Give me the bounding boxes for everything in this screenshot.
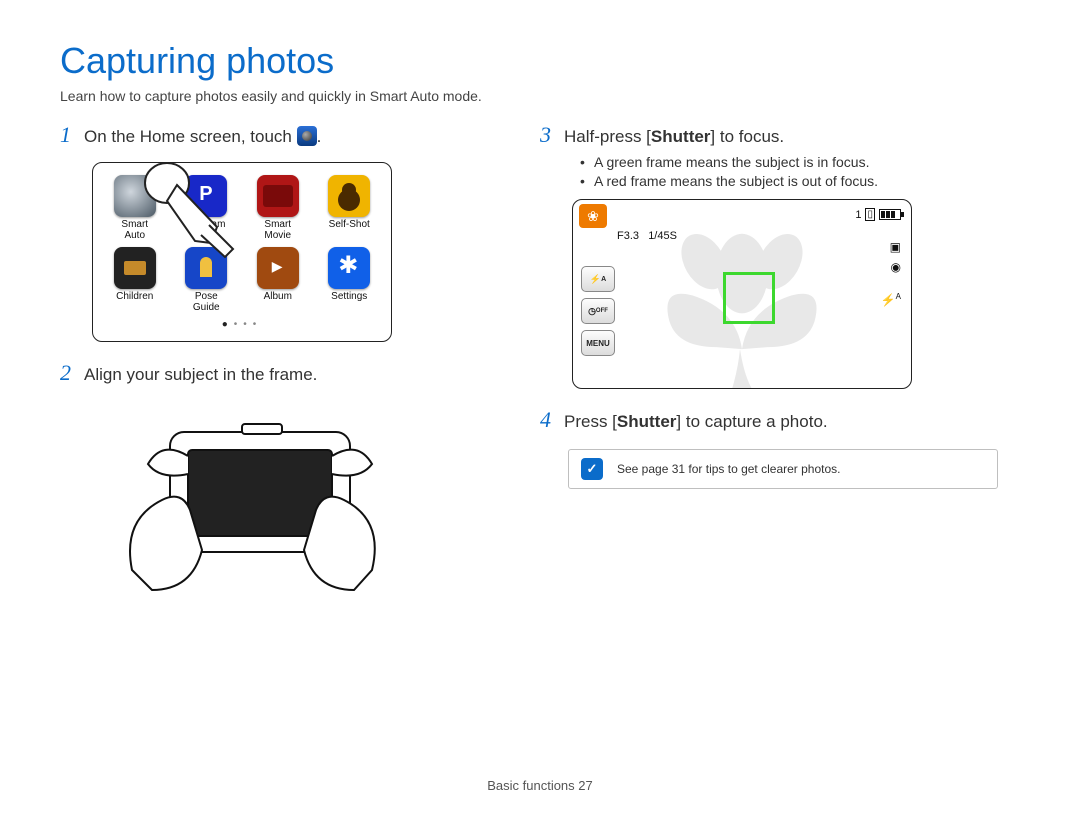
home-screen-illustration: Smart Auto ProgramSmart Movie Self-Shot Chi… — [92, 162, 392, 342]
right-column: 3 Half-press [Shutter] to focus. A green… — [540, 122, 1020, 628]
step-number: 2 — [60, 360, 84, 386]
footer-section: Basic functions — [487, 778, 578, 793]
flash-button: ⚡A — [581, 266, 615, 292]
focus-bullets: A green frame means the subject is in fo… — [580, 154, 1000, 189]
auto-app-icon — [114, 175, 156, 217]
step4-bold: Shutter — [617, 412, 677, 431]
step4-post: ] to capture a photo. — [676, 412, 827, 431]
sett-app-icon — [328, 247, 370, 289]
app-settings: Settings — [316, 247, 384, 313]
step-number: 4 — [540, 407, 564, 433]
battery-icon — [879, 209, 901, 220]
step-text: Align your subject in the frame. — [84, 365, 520, 385]
tip-note: ✓ See page 31 for tips to get clearer ph… — [568, 449, 998, 489]
movie-app-icon — [257, 175, 299, 217]
step-number: 3 — [540, 122, 564, 148]
macro-mode-icon: ❀ — [579, 204, 607, 228]
child-app-icon — [114, 247, 156, 289]
camera-screen-illustration: ❀ F3.3 1/45S 1 ▯ ⚡A ◷OFF MENU ▣ ◉ ⚡A — [572, 199, 912, 389]
app-label: Children — [101, 291, 169, 302]
focus-frame — [723, 272, 775, 324]
page-title: Capturing photos — [60, 40, 1020, 82]
app-smart-movie: Smart Movie — [244, 175, 312, 241]
shutter-speed-value: 1/45S — [648, 230, 677, 242]
app-album: Album — [244, 247, 312, 313]
app-label: Program — [173, 219, 241, 230]
app-label: Smart Auto — [101, 219, 169, 241]
status-bar: 1 ▯ — [855, 208, 901, 221]
app-pose-guide: Pose Guide — [173, 247, 241, 313]
app-label: Self-Shot — [316, 219, 384, 230]
step-text: Press [Shutter] to capture a photo. — [564, 412, 1000, 432]
two-column-layout: 1 On the Home screen, touch . Smart Auto… — [60, 122, 1020, 628]
bullet-item: A green frame means the subject is in fo… — [580, 154, 1000, 170]
step3-post: ] to focus. — [710, 127, 784, 146]
footer-page-number: 27 — [578, 778, 592, 793]
menu-button: MENU — [581, 330, 615, 356]
intro-text: Learn how to capture photos easily and q… — [60, 88, 1020, 104]
app-label: Album — [244, 291, 312, 302]
bullet-item: A red frame means the subject is out of … — [580, 173, 1000, 189]
memory-icon: ▯ — [865, 208, 875, 221]
app-label: Settings — [316, 291, 384, 302]
self-app-icon — [328, 175, 370, 217]
step3-pre: Half-press [ — [564, 127, 651, 146]
note-badge-icon: ✓ — [581, 458, 603, 480]
step1-pre: On the Home screen, touch — [84, 127, 297, 146]
step1-post: . — [317, 127, 322, 146]
app-smart-auto: Smart Auto — [101, 175, 169, 241]
step4-pre: Press [ — [564, 412, 617, 431]
album-app-icon — [257, 247, 299, 289]
flash-status-icon: ⚡A — [881, 292, 901, 307]
smart-auto-icon — [297, 126, 317, 146]
pose-app-icon — [185, 247, 227, 289]
page-footer: Basic functions 27 — [0, 778, 1080, 793]
timer-button: ◷OFF — [581, 298, 615, 324]
step-1: 1 On the Home screen, touch . Smart Auto… — [60, 122, 520, 342]
app-label: Pose Guide — [173, 291, 241, 313]
camera-hold-illustration — [92, 400, 412, 610]
shot-counter: 1 — [855, 209, 861, 221]
app-program: Program — [173, 175, 241, 241]
step-text: Half-press [Shutter] to focus. — [564, 127, 1000, 147]
app-self-shot: Self-Shot — [316, 175, 384, 241]
step-text: On the Home screen, touch . — [84, 126, 520, 147]
manual-page: Capturing photos Learn how to capture ph… — [0, 0, 1080, 815]
page-indicator-dots: ●••• — [101, 319, 383, 330]
aperture-value: F3.3 — [617, 230, 639, 242]
app-children: Children — [101, 247, 169, 313]
resolution-icon: ▣ — [890, 240, 901, 254]
step-4: 4 Press [Shutter] to capture a photo. ✓ … — [540, 407, 1000, 489]
left-column: 1 On the Home screen, touch . Smart Auto… — [60, 122, 540, 628]
note-text: See page 31 for tips to get clearer phot… — [617, 462, 840, 476]
quality-icon: ◉ — [891, 260, 901, 274]
step-2: 2 Align your subject in the frame. — [60, 360, 520, 610]
prog-app-icon — [185, 175, 227, 217]
exposure-info: F3.3 1/45S — [617, 230, 677, 242]
app-label: Smart Movie — [244, 219, 312, 241]
step3-bold: Shutter — [651, 127, 711, 146]
step-3: 3 Half-press [Shutter] to focus. A green… — [540, 122, 1000, 389]
step-number: 1 — [60, 122, 84, 148]
